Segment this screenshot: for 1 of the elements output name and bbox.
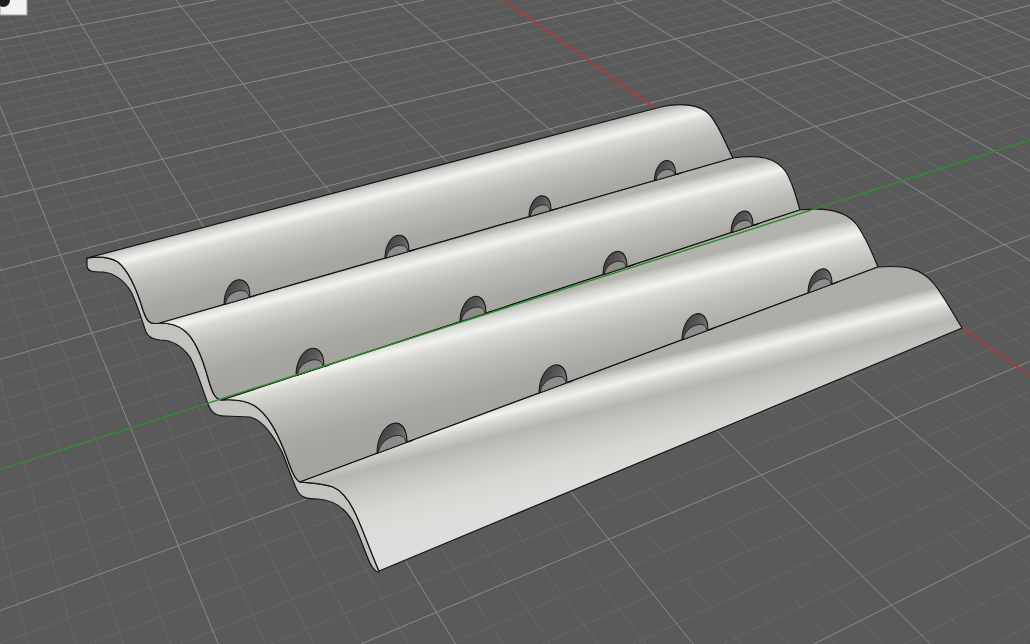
tile-icon[interactable] xyxy=(0,0,28,16)
